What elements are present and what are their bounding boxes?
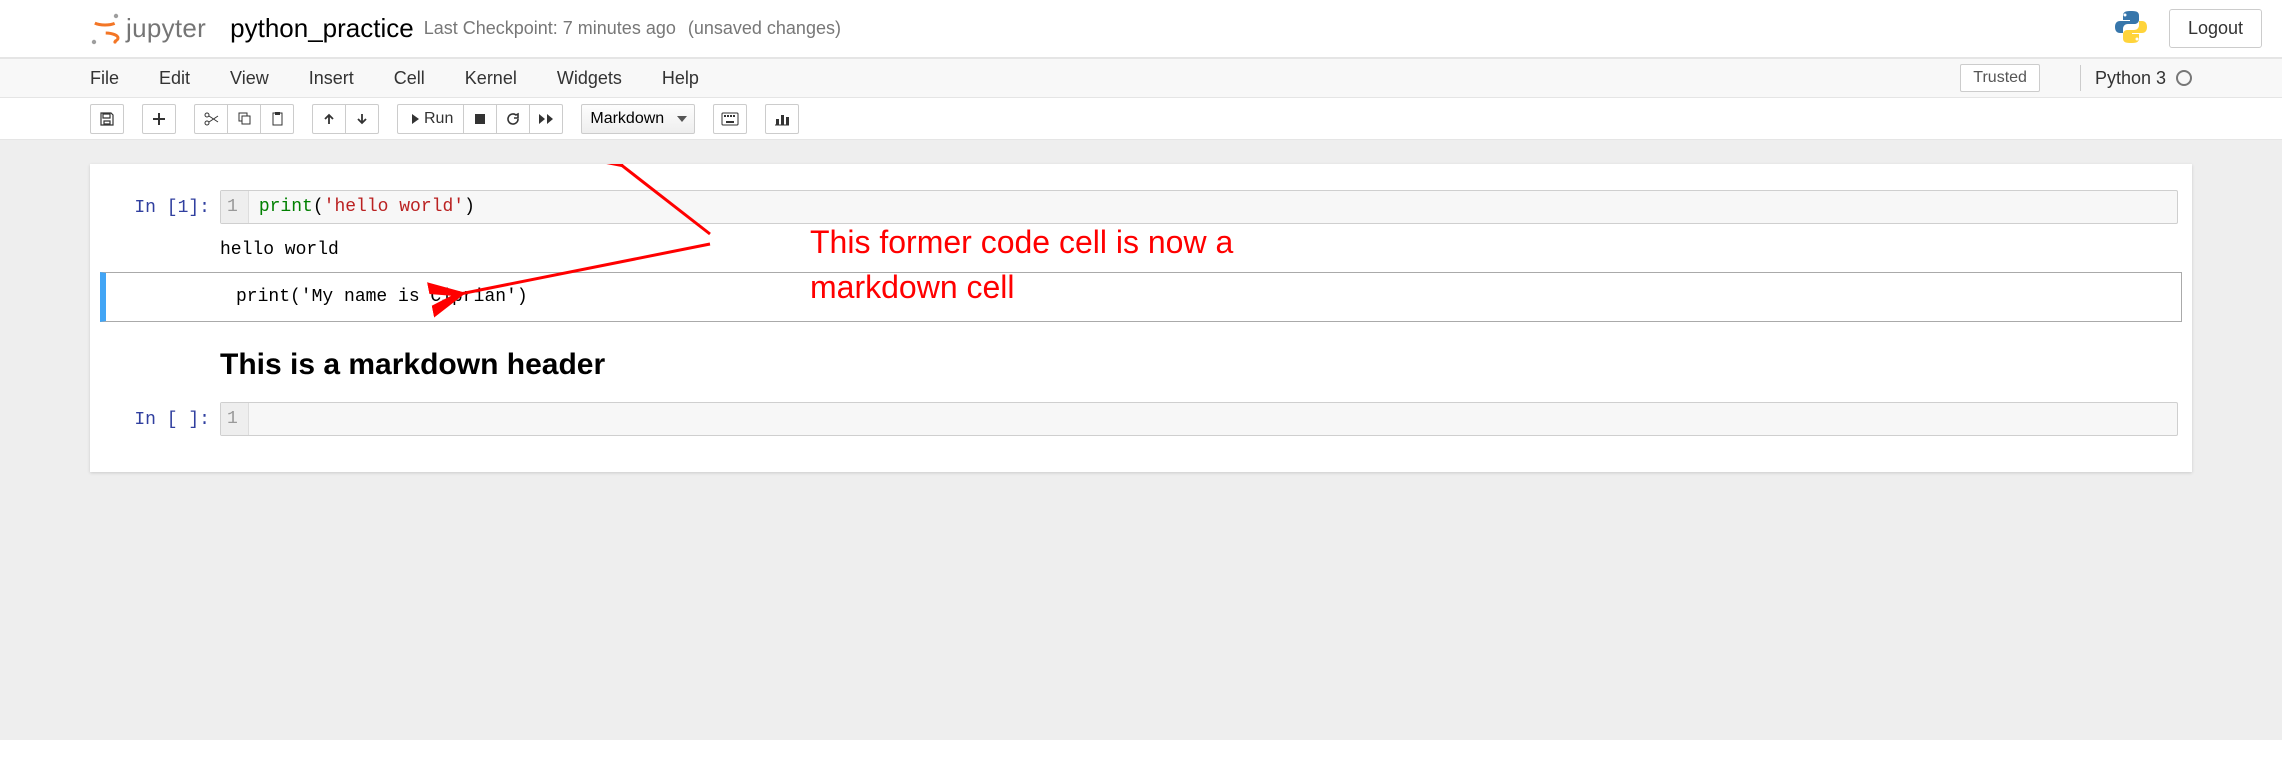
code-token-paren: ) [464, 197, 475, 217]
python-icon [2113, 9, 2149, 48]
unsaved-indicator: (unsaved changes) [688, 18, 841, 39]
fast-forward-icon [538, 112, 554, 126]
move-up-button[interactable] [312, 104, 346, 134]
code-token-paren: ( [313, 197, 324, 217]
kernel-status-icon [2176, 70, 2192, 86]
line-number: 1 [221, 403, 249, 435]
markdown-header: This is a markdown header [220, 328, 2178, 392]
copy-icon [237, 111, 252, 126]
logout-button[interactable]: Logout [2169, 9, 2262, 48]
jupyter-logo-text: jupyter [126, 13, 206, 44]
menu-view[interactable]: View [230, 68, 269, 89]
toolbar: Run Markdown [0, 98, 2282, 140]
run-label: Run [424, 110, 453, 128]
input-prompt [90, 328, 220, 392]
jupyter-logo[interactable]: jupyter [90, 12, 206, 46]
restart-run-all-button[interactable] [529, 104, 563, 134]
keyboard-icon [721, 112, 739, 126]
code-token-fn: print [259, 197, 313, 217]
output-prompt [90, 234, 220, 266]
paste-button[interactable] [260, 104, 294, 134]
notebook-name[interactable]: python_practice [230, 13, 414, 44]
code-input-area[interactable]: 1 print('hello world') [220, 190, 2178, 224]
add-cell-button[interactable] [142, 104, 176, 134]
restart-button[interactable] [496, 104, 530, 134]
code-input-area[interactable]: 1 [220, 402, 2178, 436]
menu-edit[interactable]: Edit [159, 68, 190, 89]
arrow-down-icon [355, 112, 369, 126]
output-cell: hello world [90, 230, 2192, 270]
cut-button[interactable] [194, 104, 228, 134]
markdown-cell-selected[interactable]: print('My name is Ciprian') [100, 272, 2182, 322]
input-prompt: In [ ]: [90, 402, 220, 436]
scissors-icon [203, 111, 219, 127]
copy-button[interactable] [227, 104, 261, 134]
kernel-name: Python 3 [2095, 68, 2166, 89]
menu-insert[interactable]: Insert [309, 68, 354, 89]
paste-icon [270, 111, 285, 126]
move-down-button[interactable] [345, 104, 379, 134]
notebook: In [1]: 1 print('hello world') hello wor… [90, 164, 2192, 472]
trusted-indicator[interactable]: Trusted [1960, 64, 2040, 92]
menu-help[interactable]: Help [662, 68, 699, 89]
arrow-up-icon [322, 112, 336, 126]
bar-chart-icon [774, 112, 790, 126]
jupyter-icon [90, 12, 120, 46]
code-cell[interactable]: In [1]: 1 print('hello world') [90, 186, 2192, 228]
interrupt-button[interactable] [463, 104, 497, 134]
input-prompt: In [1]: [90, 190, 220, 224]
code-cell[interactable]: In [ ]: 1 [90, 398, 2192, 440]
notebook-container: In [1]: 1 print('hello world') hello wor… [0, 140, 2282, 740]
chart-button[interactable] [765, 104, 799, 134]
code-token-string: 'hello world' [324, 197, 464, 217]
notebook-header: jupyter python_practice Last Checkpoint:… [0, 0, 2282, 58]
save-icon [99, 111, 115, 127]
markdown-cell[interactable]: This is a markdown header [90, 324, 2192, 396]
checkpoint-text: Last Checkpoint: 7 minutes ago [424, 18, 676, 39]
plus-icon [152, 112, 166, 126]
markdown-content[interactable]: print('My name is Ciprian') [236, 277, 2167, 317]
menu-kernel[interactable]: Kernel [465, 68, 517, 89]
menu-widgets[interactable]: Widgets [557, 68, 622, 89]
run-button[interactable]: Run [397, 104, 464, 134]
command-palette-button[interactable] [713, 104, 747, 134]
line-number: 1 [221, 191, 249, 223]
restart-icon [506, 111, 521, 126]
kernel-indicator[interactable]: Python 3 [2080, 65, 2192, 91]
stop-icon [474, 113, 486, 125]
menu-file[interactable]: File [90, 68, 119, 89]
menu-cell[interactable]: Cell [394, 68, 425, 89]
menubar: File Edit View Insert Cell Kernel Widget… [0, 58, 2282, 98]
cell-type-select[interactable]: Markdown [581, 104, 695, 134]
save-button[interactable] [90, 104, 124, 134]
run-icon [408, 112, 420, 126]
output-text: hello world [220, 234, 2178, 266]
input-prompt [106, 277, 236, 317]
